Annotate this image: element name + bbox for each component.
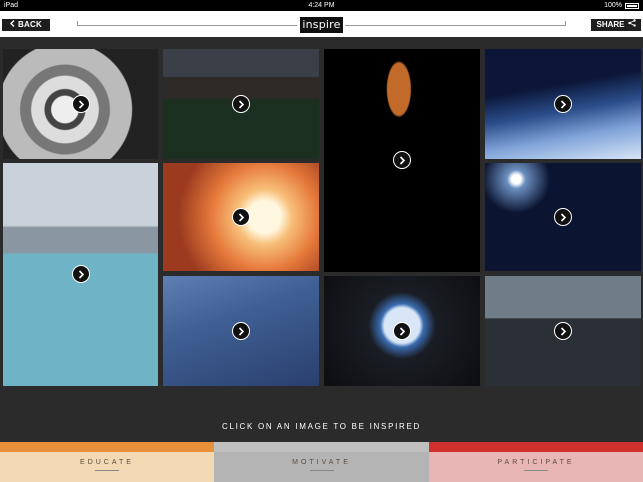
play-icon[interactable] [232, 95, 250, 113]
tile-night-lights[interactable] [485, 163, 641, 271]
tile-cupola[interactable] [324, 276, 480, 386]
battery-icon [625, 2, 639, 9]
tab-participate[interactable]: PARTICIPATE [429, 442, 643, 482]
tile-spacecraft[interactable] [163, 276, 319, 386]
play-icon[interactable] [232, 322, 250, 340]
header-rule-tick-left [77, 21, 78, 26]
tile-earth-orbit[interactable] [485, 49, 641, 159]
share-label: SHARE [596, 20, 625, 29]
play-icon[interactable] [554, 322, 572, 340]
tab-label: MOTIVATE [292, 459, 351, 466]
tile-astronaut[interactable] [3, 49, 158, 159]
tab-underline [524, 470, 548, 471]
tile-students[interactable] [163, 49, 319, 159]
tile-launch[interactable] [163, 163, 319, 271]
status-bar: iPad 4:24 PM 100% [0, 0, 643, 11]
header: BACK inspire SHARE [0, 11, 643, 37]
play-icon[interactable] [554, 208, 572, 226]
tab-underline [95, 470, 119, 471]
tab-underline [309, 470, 334, 471]
tab-bar [429, 442, 643, 452]
tab-label: PARTICIPATE [497, 459, 575, 466]
call-to-action: CLICK ON AN IMAGE TO BE INSPIRED [0, 392, 643, 442]
tab-motivate[interactable]: MOTIVATE [214, 442, 429, 482]
header-rule-right [345, 25, 565, 26]
play-icon[interactable] [232, 208, 250, 226]
tile-capsule[interactable] [3, 163, 158, 386]
bottom-tabs: EDUCATE MOTIVATE PARTICIPATE [0, 442, 643, 482]
share-button[interactable]: SHARE [591, 19, 641, 31]
clock: 4:24 PM [308, 2, 335, 9]
play-icon[interactable] [554, 95, 572, 113]
battery-status: 100% [604, 0, 639, 11]
tab-label: EDUCATE [80, 459, 134, 466]
tile-kennedy[interactable] [485, 276, 641, 386]
header-rule-tick-right [565, 21, 566, 26]
play-icon[interactable] [393, 322, 411, 340]
tab-educate[interactable]: EDUCATE [0, 442, 214, 482]
play-icon[interactable] [72, 95, 90, 113]
chevron-left-icon [10, 19, 15, 31]
share-icon [627, 19, 636, 31]
tab-bar [214, 442, 429, 452]
battery-percent: 100% [604, 2, 622, 9]
image-grid [0, 37, 643, 392]
back-label: BACK [18, 20, 42, 29]
play-icon[interactable] [72, 265, 90, 283]
app-logo: inspire [300, 17, 343, 33]
play-icon[interactable] [393, 151, 411, 169]
tab-bar [0, 442, 214, 452]
back-button[interactable]: BACK [2, 19, 50, 31]
cta-text: CLICK ON AN IMAGE TO BE INSPIRED [221, 422, 422, 431]
tile-planet-fire[interactable] [324, 49, 480, 272]
header-rule-left [77, 25, 297, 26]
